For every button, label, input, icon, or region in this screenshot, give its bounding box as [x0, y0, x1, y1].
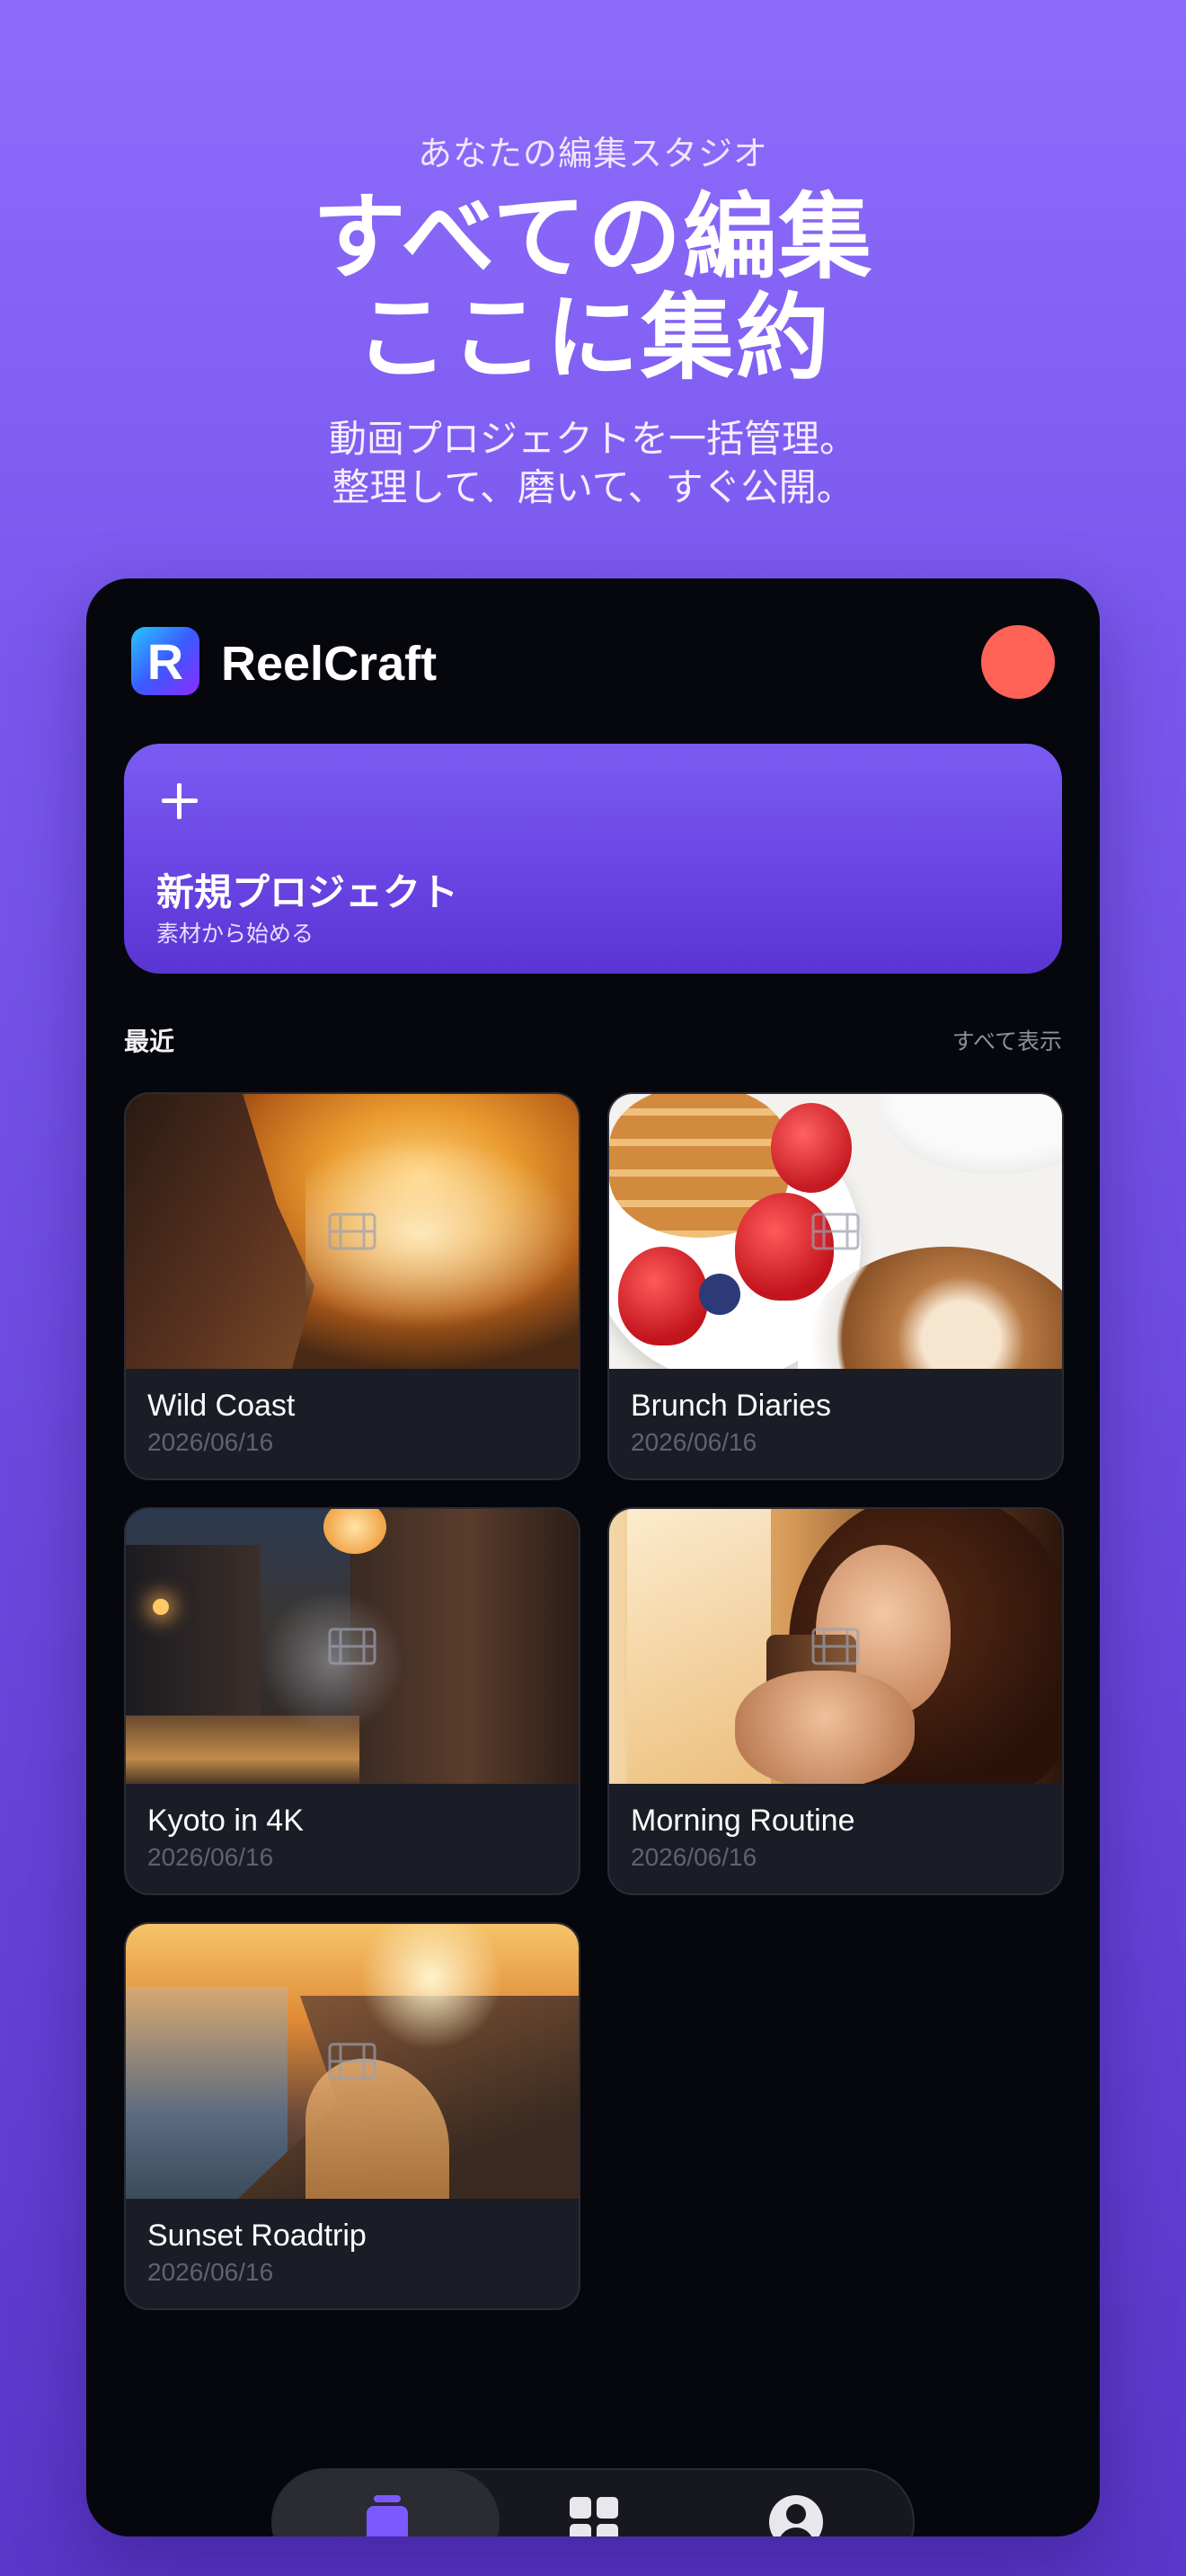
project-title: Kyoto in 4K — [147, 1804, 304, 1838]
project-card[interactable]: Morning Routine 2026/06/16 — [607, 1507, 1064, 1895]
recent-label: 最近 — [124, 1027, 175, 1056]
hero-subhead: 動画プロジェクトを一括管理。 整理して、磨いて、すぐ公開。 — [0, 415, 1186, 512]
project-thumbnail — [126, 1509, 579, 1784]
see-all-link[interactable]: すべて表示 — [952, 1024, 1062, 1056]
plus-icon — [158, 780, 201, 823]
project-title: Wild Coast — [147, 1389, 296, 1423]
film-icon — [811, 1213, 860, 1250]
app-logo-icon: R — [131, 627, 199, 695]
project-thumbnail — [126, 1094, 579, 1369]
project-thumbnail — [609, 1509, 1062, 1784]
hero-headline: すべての編集 ここに集約 — [0, 187, 1186, 388]
avatar[interactable] — [981, 625, 1055, 699]
new-project-subtitle: 素材から始める — [156, 921, 314, 947]
project-thumbnail — [126, 1924, 579, 2199]
project-title: Morning Routine — [631, 1804, 855, 1838]
subhead-line-1: 動画プロジェクトを一括管理。 — [328, 417, 857, 461]
film-icon — [328, 2042, 376, 2080]
project-date: 2026/06/16 — [147, 2258, 274, 2286]
tab-bar — [271, 2468, 915, 2536]
project-card[interactable]: Kyoto in 4K 2026/06/16 — [124, 1507, 580, 1895]
project-date: 2026/06/16 — [147, 1428, 274, 1456]
profile-icon[interactable] — [769, 2495, 823, 2536]
project-card[interactable]: Wild Coast 2026/06/16 — [124, 1092, 580, 1480]
project-date: 2026/06/16 — [147, 1843, 274, 1871]
app-name: ReelCraft — [221, 637, 438, 691]
app-header: R ReelCraft — [131, 625, 1055, 699]
grid-icon[interactable] — [570, 2497, 618, 2536]
project-card[interactable]: Brunch Diaries 2026/06/16 — [607, 1092, 1064, 1480]
headline-line-1: すべての編集 — [312, 182, 874, 292]
projects-icon — [367, 2495, 408, 2536]
tab-projects[interactable] — [273, 2470, 500, 2536]
project-card[interactable]: Sunset Roadtrip 2026/06/16 — [124, 1922, 580, 2310]
project-thumbnail — [609, 1094, 1062, 1369]
app-screen: R ReelCraft 新規プロジェクト 素材から始める 最近 すべて表示 Wi… — [86, 578, 1100, 2536]
film-icon — [328, 1628, 376, 1665]
project-date: 2026/06/16 — [631, 1428, 757, 1456]
project-title: Sunset Roadtrip — [147, 2219, 367, 2253]
film-icon — [328, 1213, 376, 1250]
film-icon — [811, 1628, 860, 1665]
project-title: Brunch Diaries — [631, 1389, 831, 1423]
new-project-title: 新規プロジェクト — [156, 870, 459, 914]
subhead-line-2: 整理して、磨いて、すぐ公開。 — [332, 465, 854, 509]
hero-eyebrow: あなたの編集スタジオ — [417, 134, 768, 173]
project-date: 2026/06/16 — [631, 1843, 757, 1871]
headline-line-2: ここに集約 — [354, 283, 831, 393]
new-project-button[interactable]: 新規プロジェクト 素材から始める — [124, 744, 1062, 974]
